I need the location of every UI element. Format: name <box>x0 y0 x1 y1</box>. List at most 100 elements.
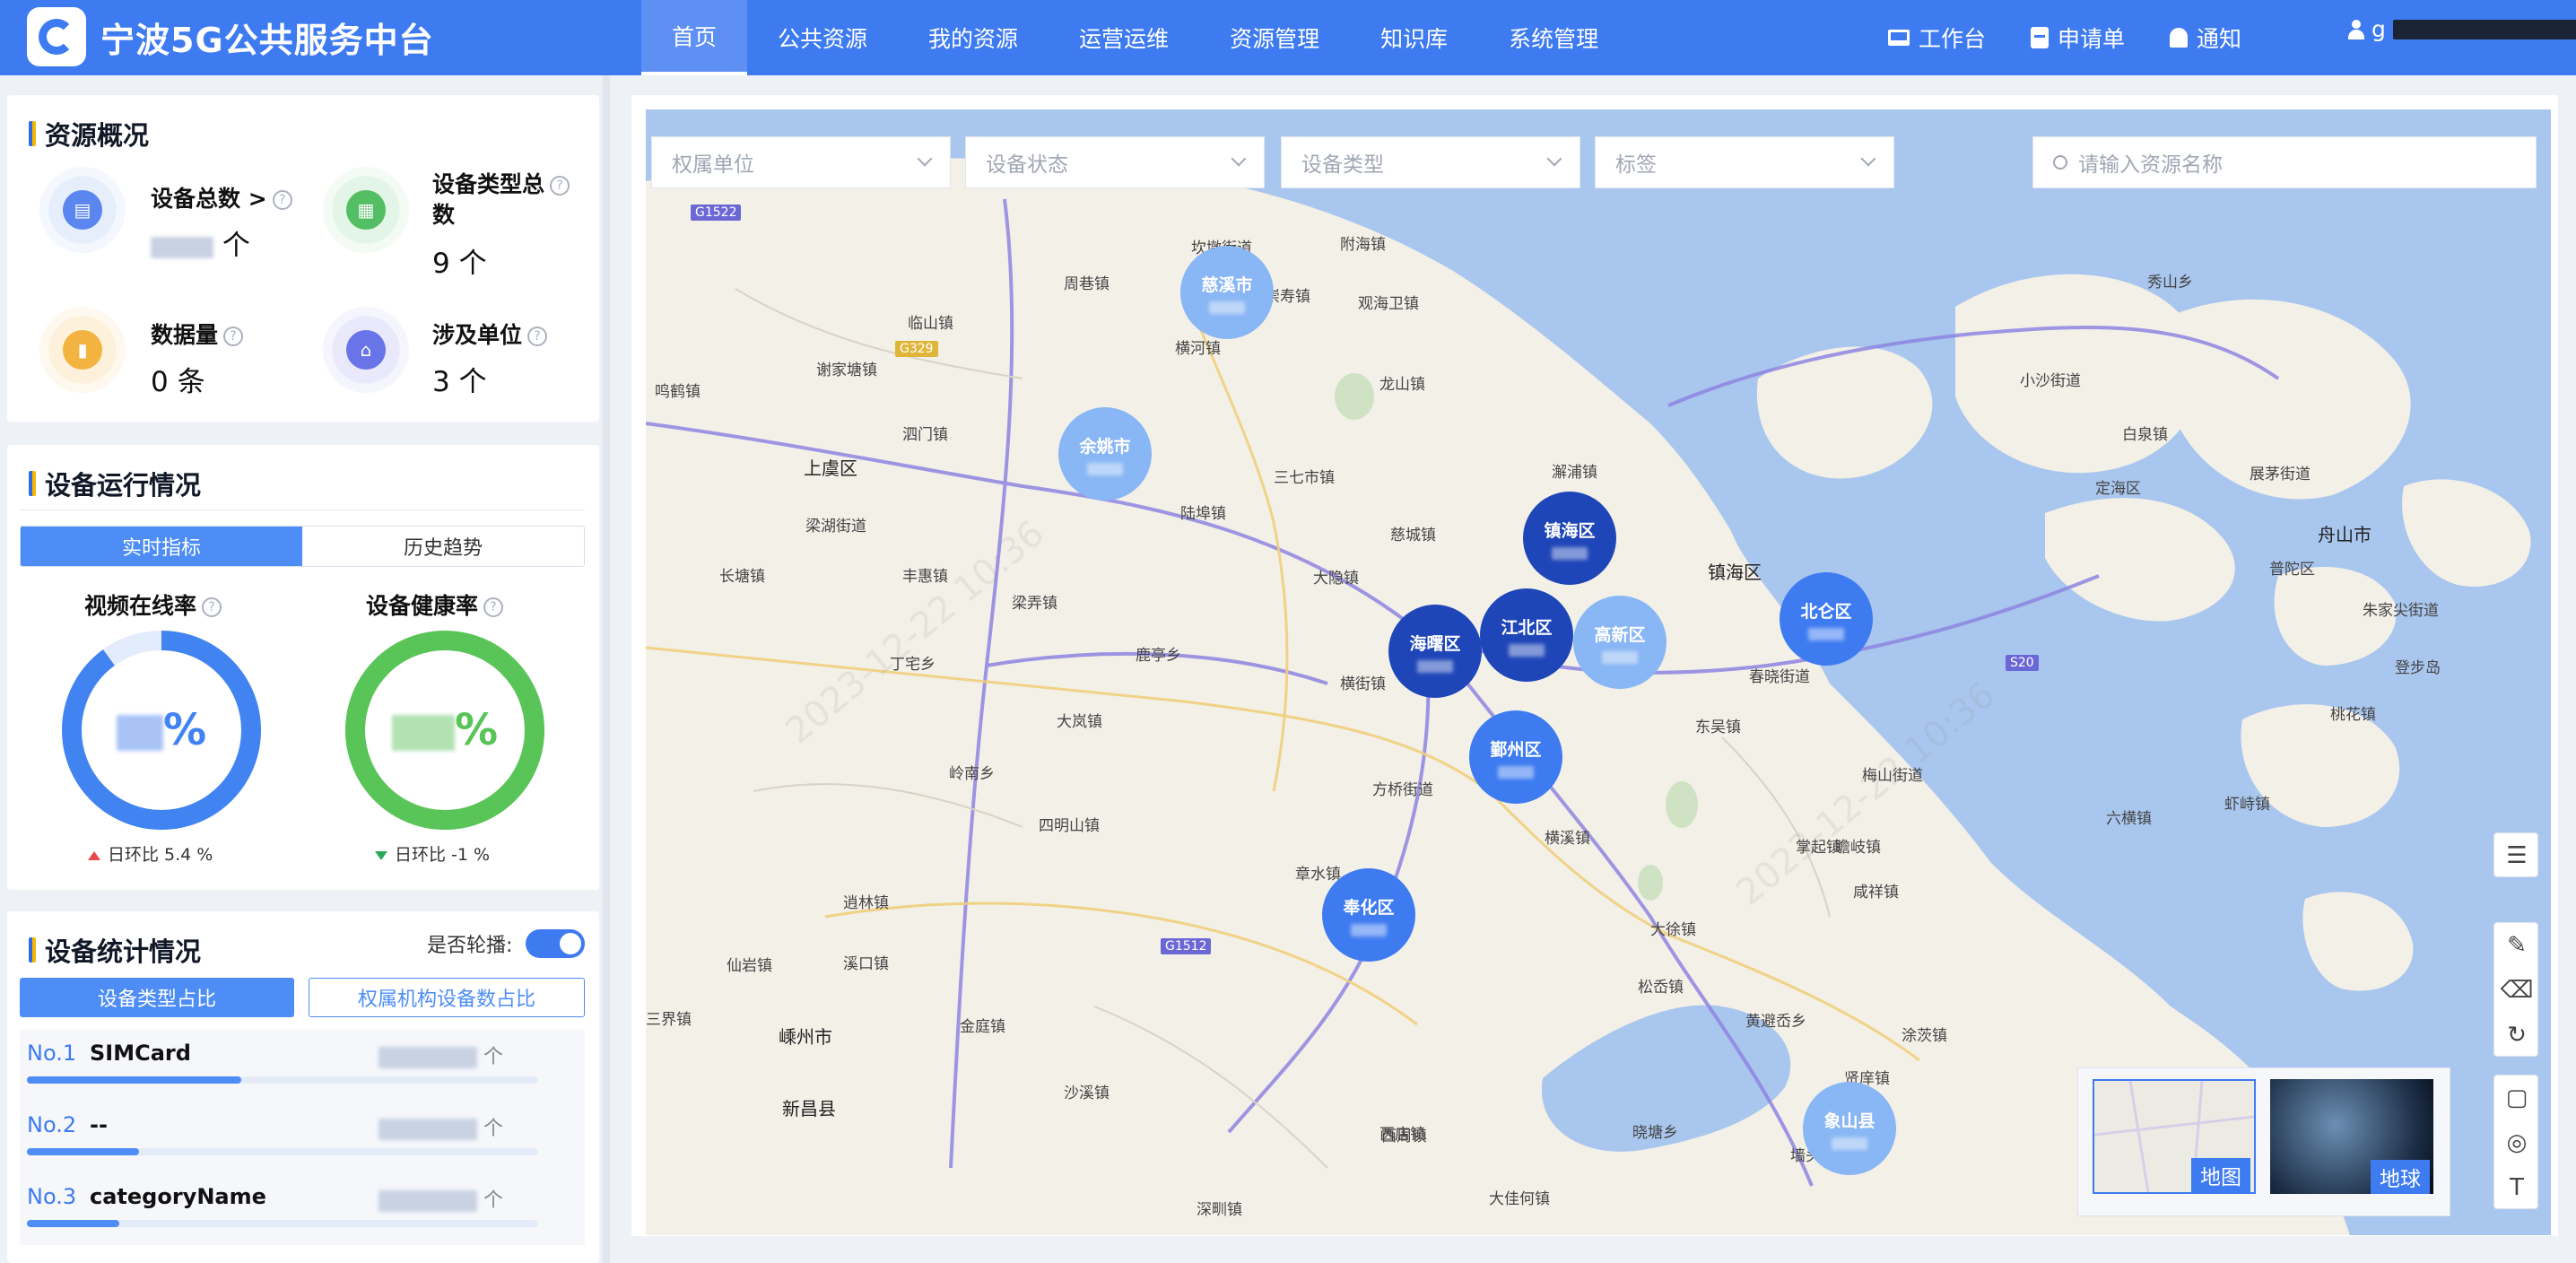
operation-title: 设备运行情况 <box>29 465 201 502</box>
map-label: 横河镇 <box>1175 340 1221 358</box>
workbench-link[interactable]: 工作台 <box>1888 22 1986 54</box>
cluster-fenghua[interactable]: 奉化区 <box>1322 868 1415 962</box>
rank-value-redacted <box>379 1047 477 1068</box>
resource-search-input[interactable]: 请输入资源名称 <box>2032 136 2537 188</box>
notices-link[interactable]: 通知 <box>2170 22 2241 54</box>
pen-icon[interactable]: ✎ <box>2494 923 2539 968</box>
nav-my-resources[interactable]: 我的资源 <box>898 0 1049 75</box>
device-total-stat[interactable]: ▤ 设备总数 >? 个 <box>39 167 309 266</box>
map-label: 新昌县 <box>782 1098 836 1119</box>
cluster-name: 慈溪市 <box>1201 274 1253 295</box>
data-volume-stat: ▮ 数据量? 0 条 <box>39 307 309 405</box>
map-label: 梁湖街道 <box>805 518 866 536</box>
requests-link[interactable]: 申请单 <box>2031 22 2125 54</box>
panel-splitter[interactable] <box>603 75 610 1263</box>
cluster-name: 北仑区 <box>1800 601 1852 622</box>
map-label: 金庭镇 <box>960 1018 1005 1036</box>
text-icon[interactable]: T <box>2494 1165 2539 1210</box>
nav-public-resources[interactable]: 公共资源 <box>747 0 898 75</box>
cluster-count-redacted <box>1509 643 1545 657</box>
user-name-prefix: g <box>2371 16 2386 42</box>
tag-select[interactable]: 标签 <box>1595 136 1894 188</box>
circle-icon[interactable]: ◎ <box>2494 1120 2539 1165</box>
eraser-icon[interactable]: ⌫ <box>2494 968 2539 1013</box>
rank-number: No.1 <box>27 1041 77 1066</box>
cluster-beilun[interactable]: 北仑区 <box>1780 572 1873 666</box>
server-icon: ▤ <box>39 167 126 253</box>
rank-number: No.3 <box>27 1184 77 1209</box>
user-menu[interactable]: g <box>2348 16 2576 42</box>
map-label: 定海区 <box>2095 480 2141 498</box>
rectangle-icon[interactable]: ▢ <box>2494 1076 2539 1120</box>
map-label: 三界镇 <box>646 1011 692 1029</box>
nav-system-management[interactable]: 系统管理 <box>1478 0 1629 75</box>
tab-org-device-share[interactable]: 权属机构设备数占比 <box>309 978 585 1017</box>
help-icon[interactable]: ? <box>527 327 548 346</box>
device-status-select[interactable]: 设备状态 <box>965 136 1265 188</box>
help-icon[interactable]: ? <box>223 327 244 346</box>
chevron-down-icon <box>917 151 933 167</box>
cluster-gaoxin[interactable]: 高新区 <box>1573 596 1667 689</box>
road-tag: S20 <box>2006 655 2039 671</box>
video-online-gauge: % <box>57 626 265 834</box>
legend-icon[interactable]: ☰ <box>2494 833 2539 878</box>
map-label: 岭南乡 <box>949 765 995 783</box>
user-icon <box>2348 19 2364 39</box>
device-types-label: 设备类型总 <box>432 171 545 197</box>
device-type-select[interactable]: 设备类型 <box>1281 136 1580 188</box>
main-nav: 首页 公共资源 我的资源 运营运维 资源管理 知识库 系统管理 <box>641 0 1629 75</box>
help-icon[interactable]: ? <box>483 597 504 617</box>
operation-tabs: 实时指标 历史趋势 <box>20 526 585 567</box>
map-label: 附海镇 <box>1340 236 1386 254</box>
bank-icon: ⌂ <box>323 307 409 393</box>
rank-name: -- <box>90 1112 108 1137</box>
trend-text: 日环比 -1 % <box>395 845 491 865</box>
map-label: 虾峙镇 <box>2224 796 2270 814</box>
help-icon[interactable]: ? <box>272 190 292 210</box>
cluster-zhenhai[interactable]: 镇海区 <box>1523 492 1616 585</box>
map-label: 横街镇 <box>1340 675 1386 693</box>
nav-knowledge-base[interactable]: 知识库 <box>1350 0 1478 75</box>
map-label: 鸣鹤镇 <box>655 383 701 401</box>
map-label: 西店镇 <box>1379 1126 1425 1144</box>
device-total-label[interactable]: 设备总数 > <box>151 186 267 212</box>
device-total-unit: 个 <box>222 230 250 262</box>
tab-realtime[interactable]: 实时指标 <box>21 527 302 566</box>
help-icon[interactable]: ? <box>550 176 570 196</box>
title-marker <box>29 937 36 962</box>
tab-history[interactable]: 历史趋势 <box>302 527 584 566</box>
data-volume-label: 数据量 <box>151 322 219 348</box>
device-health-gauge: % <box>341 626 549 834</box>
cluster-xiangshan[interactable]: 象山县 <box>1803 1082 1896 1175</box>
reset-icon[interactable]: ↻ <box>2494 1013 2539 1058</box>
owner-unit-select[interactable]: 权属单位 <box>651 136 951 188</box>
cluster-name: 鄞州区 <box>1490 739 1542 760</box>
help-icon[interactable]: ? <box>202 597 222 617</box>
tab-device-type-share[interactable]: 设备类型占比 <box>20 978 294 1017</box>
cluster-yuyao[interactable]: 余姚市 <box>1058 407 1152 501</box>
nav-operations[interactable]: 运营运维 <box>1049 0 1199 75</box>
data-volume-value: 0 条 <box>151 366 205 398</box>
map-label: 晓塘乡 <box>1632 1124 1678 1142</box>
carousel-toggle[interactable] <box>526 929 585 958</box>
cluster-jiangbei[interactable]: 江北区 <box>1480 588 1573 682</box>
map-label: 登步岛 <box>2395 659 2441 677</box>
map-canvas[interactable]: 周巷镇 坎墩街道 附海镇 崇寿镇 观海卫镇 临山镇 谢家塘镇 横河镇 泗门镇 上… <box>646 109 2551 1235</box>
layer-map[interactable]: 地图 <box>2093 1079 2256 1194</box>
cluster-yinzhou[interactable]: 鄞州区 <box>1469 710 1562 804</box>
map-label: 章水镇 <box>1295 866 1341 884</box>
nav-home[interactable]: 首页 <box>641 0 748 75</box>
map-label: 桃花镇 <box>2330 706 2376 724</box>
map-label: 小沙街道 <box>2020 372 2081 390</box>
nav-resource-management[interactable]: 资源管理 <box>1199 0 1350 75</box>
gauge-label: 设备健康率 <box>366 593 479 619</box>
map-label: 梁弄镇 <box>1012 595 1057 613</box>
rank-value-redacted <box>379 1119 477 1140</box>
chevron-down-icon <box>1231 151 1247 167</box>
user-name-redacted <box>2392 19 2576 39</box>
layer-globe[interactable]: 地球 <box>2270 1079 2433 1194</box>
cluster-cixi[interactable]: 慈溪市 <box>1180 246 1274 339</box>
cluster-haishu[interactable]: 海曙区 <box>1388 605 1482 698</box>
trend-text: 日环比 5.4 % <box>108 845 213 865</box>
device-types-label-line2: 数 <box>432 202 456 228</box>
